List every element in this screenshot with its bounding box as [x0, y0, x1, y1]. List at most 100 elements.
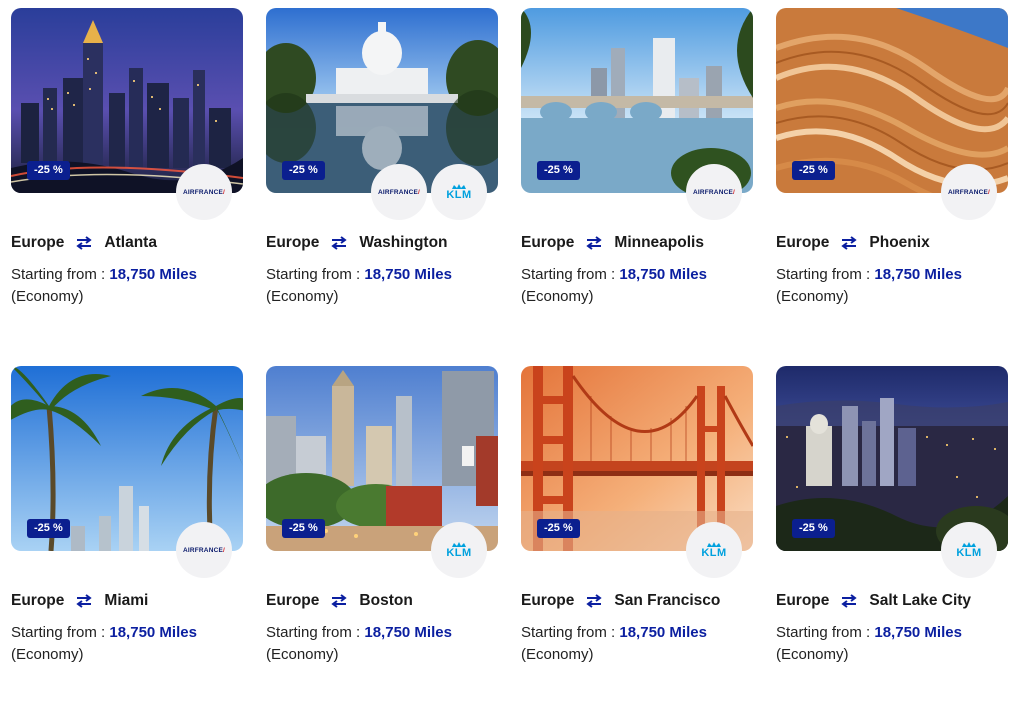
swap-arrows-icon — [841, 236, 858, 250]
miles-value: 18,750 Miles — [364, 624, 452, 641]
airfrance-logo-slash: / — [223, 546, 226, 554]
airline-logos: AIRFRANCE/ — [941, 164, 997, 220]
swap-arrows-icon — [331, 594, 348, 608]
starting-from-label: Starting from : — [266, 266, 365, 283]
airfrance-logo-text: AIRFRANCE — [182, 546, 224, 554]
route-destination: Salt Lake City — [869, 592, 972, 609]
route-title: Europe San Francisco — [521, 592, 720, 610]
airfrance-logo-icon: AIRFRANCE/ — [686, 164, 742, 220]
airline-logos: AIRFRANCE/ — [176, 522, 232, 578]
airline-logos: AIRFRANCE/ — [176, 164, 232, 220]
route-destination: San Francisco — [614, 592, 721, 609]
miles-value: 18,750 Miles — [109, 266, 197, 283]
starting-from-label: Starting from : — [776, 266, 875, 283]
discount-badge: -25 % — [282, 519, 325, 538]
route-destination: Boston — [359, 592, 413, 609]
klm-logo-icon: KLM — [431, 164, 487, 220]
cabin-class: (Economy) — [776, 288, 849, 305]
starting-from-label: Starting from : — [521, 624, 620, 641]
cabin-class: (Economy) — [266, 646, 339, 663]
route-destination: Washington — [359, 234, 448, 251]
discount-badge: -25 % — [537, 519, 580, 538]
destination-card-atlanta[interactable]: -25 % AIRFRANCE/ Europe Atlanta Starting… — [11, 8, 243, 305]
destination-card-boston[interactable]: -25 % KLM Europe Boston Starting from : … — [266, 366, 498, 663]
route-title: Europe Salt Lake City — [776, 592, 971, 610]
airline-logos: KLM — [686, 522, 742, 578]
route-origin: Europe — [521, 592, 575, 609]
starting-from-label: Starting from : — [11, 266, 110, 283]
route-destination: Minneapolis — [614, 234, 704, 251]
klm-logo-icon: KLM — [686, 522, 742, 578]
price-info: Starting from : 18,750 Miles (Economy) — [11, 264, 243, 308]
klm-logo-text: KLM — [956, 547, 982, 559]
starting-from-label: Starting from : — [776, 624, 875, 641]
destination-card-miami[interactable]: -25 % AIRFRANCE/ Europe Miami Starting f… — [11, 366, 243, 663]
route-origin: Europe — [521, 234, 575, 251]
route-title: Europe Miami — [11, 592, 148, 610]
price-info: Starting from : 18,750 Miles (Economy) — [776, 264, 1008, 308]
destination-card-salt-lake-city[interactable]: -25 % KLM Europe Salt Lake City Starting… — [776, 366, 1008, 663]
airfrance-logo-slash: / — [223, 188, 226, 196]
destination-card-phoenix[interactable]: -25 % AIRFRANCE/ Europe Phoenix Starting… — [776, 8, 1008, 305]
klm-logo-text: KLM — [701, 547, 727, 559]
swap-arrows-icon — [76, 236, 93, 250]
route-origin: Europe — [776, 234, 830, 251]
price-info: Starting from : 18,750 Miles (Economy) — [11, 622, 243, 666]
route-origin: Europe — [266, 592, 320, 609]
klm-logo-icon: KLM — [941, 522, 997, 578]
starting-from-label: Starting from : — [11, 624, 110, 641]
card-image-wrapper: -25 % AIRFRANCE/ — [521, 8, 753, 220]
price-info: Starting from : 18,750 Miles (Economy) — [521, 264, 753, 308]
klm-logo-icon: KLM — [431, 522, 487, 578]
airfrance-logo-text: AIRFRANCE — [692, 188, 734, 196]
price-info: Starting from : 18,750 Miles (Economy) — [776, 622, 1008, 666]
airfrance-logo-icon: AIRFRANCE/ — [176, 164, 232, 220]
miles-value: 18,750 Miles — [874, 624, 962, 641]
klm-logo-text: KLM — [446, 547, 472, 559]
discount-badge: -25 % — [27, 161, 70, 180]
card-image-wrapper: -25 % AIRFRANCE/ — [776, 8, 1008, 220]
airfrance-logo-icon: AIRFRANCE/ — [371, 164, 427, 220]
price-info: Starting from : 18,750 Miles (Economy) — [521, 622, 753, 666]
discount-badge: -25 % — [27, 519, 70, 538]
swap-arrows-icon — [586, 594, 603, 608]
klm-logo-text: KLM — [446, 189, 472, 201]
route-title: Europe Washington — [266, 234, 448, 252]
destination-card-minneapolis[interactable]: -25 % AIRFRANCE/ Europe Minneapolis Star… — [521, 8, 753, 305]
airline-logos: AIRFRANCE/ — [686, 164, 742, 220]
cabin-class: (Economy) — [266, 288, 339, 305]
discount-badge: -25 % — [792, 161, 835, 180]
cabin-class: (Economy) — [11, 646, 84, 663]
airfrance-logo-text: AIRFRANCE — [947, 188, 989, 196]
swap-arrows-icon — [76, 594, 93, 608]
airline-logos: KLM — [431, 522, 487, 578]
airfrance-logo-text: AIRFRANCE — [182, 188, 224, 196]
miles-value: 18,750 Miles — [619, 624, 707, 641]
airfrance-logo-slash: / — [988, 188, 991, 196]
miles-value: 18,750 Miles — [364, 266, 452, 283]
card-image-wrapper: -25 % KLM — [266, 366, 498, 578]
swap-arrows-icon — [841, 594, 858, 608]
route-origin: Europe — [11, 234, 65, 251]
route-destination: Miami — [104, 592, 149, 609]
route-title: Europe Boston — [266, 592, 413, 610]
card-image-wrapper: -25 % KLM — [776, 366, 1008, 578]
cabin-class: (Economy) — [776, 646, 849, 663]
starting-from-label: Starting from : — [266, 624, 365, 641]
airline-logos: AIRFRANCE/ KLM — [371, 164, 487, 220]
discount-badge: -25 % — [282, 161, 325, 180]
cabin-class: (Economy) — [521, 646, 594, 663]
route-destination: Phoenix — [869, 234, 930, 251]
route-destination: Atlanta — [104, 234, 157, 251]
route-title: Europe Minneapolis — [521, 234, 704, 252]
cabin-class: (Economy) — [11, 288, 84, 305]
airline-logos: KLM — [941, 522, 997, 578]
airfrance-logo-slash: / — [418, 188, 421, 196]
route-origin: Europe — [776, 592, 830, 609]
price-info: Starting from : 18,750 Miles (Economy) — [266, 622, 498, 666]
destination-card-washington[interactable]: -25 % AIRFRANCE/ KLM Europe Washington S… — [266, 8, 498, 305]
card-image-wrapper: -25 % AIRFRANCE/ — [11, 8, 243, 220]
airfrance-logo-icon: AIRFRANCE/ — [176, 522, 232, 578]
destination-card-san-francisco[interactable]: -25 % KLM Europe San Francisco Starting … — [521, 366, 753, 663]
airfrance-logo-slash: / — [733, 188, 736, 196]
